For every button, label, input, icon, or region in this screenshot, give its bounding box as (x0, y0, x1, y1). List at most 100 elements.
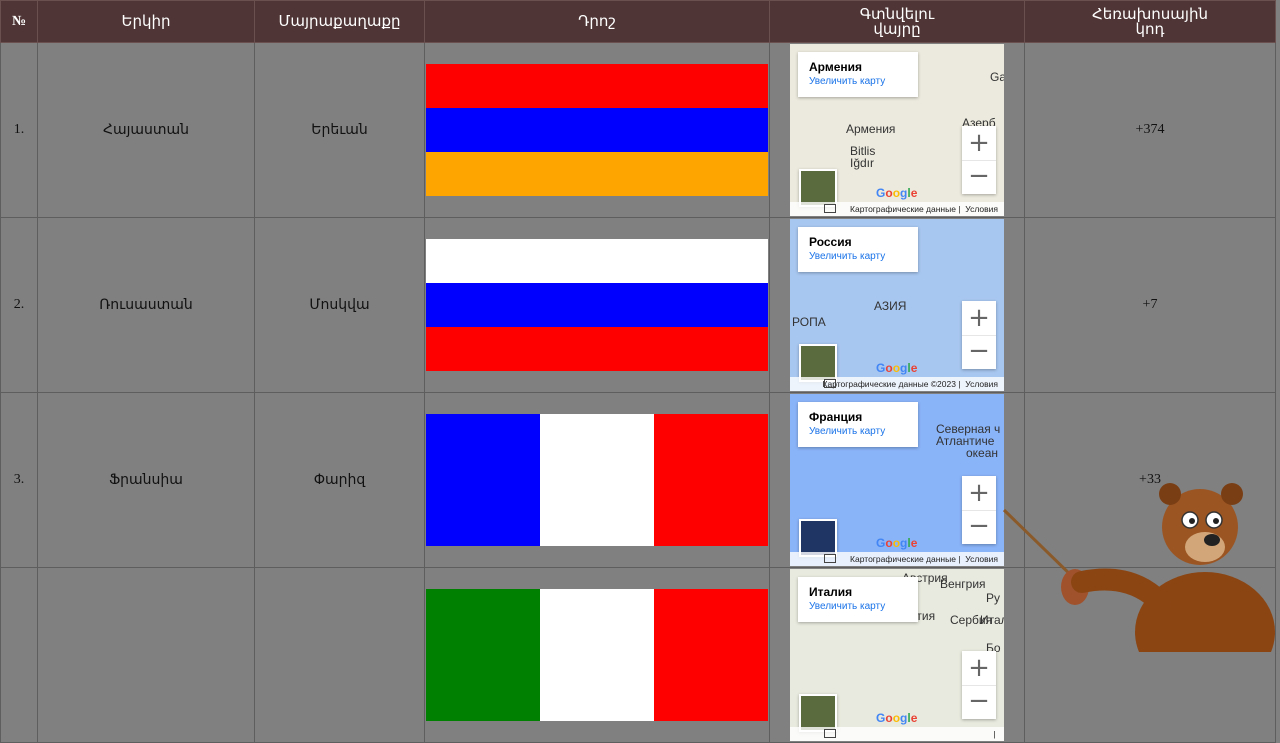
map-terms-link[interactable]: Условия (965, 379, 998, 389)
bear-with-pointer-image (1002, 483, 1275, 652)
map-place-title: Россия (809, 235, 852, 249)
flag-cell (424, 217, 770, 393)
map-place-label: океан (966, 446, 999, 460)
country-flag (426, 414, 768, 546)
flag-stripe (426, 108, 768, 152)
map-zoom-controls: + − (962, 301, 996, 369)
zoom-out-button[interactable]: − (962, 160, 996, 194)
map-place-label: РОПА (792, 315, 826, 329)
capital-name: Փարիզ (254, 392, 425, 568)
zoom-in-button[interactable]: + (962, 651, 996, 685)
flag-cell (424, 42, 770, 218)
map-place-label: Армения (846, 122, 896, 136)
map-zoom-controls: + − (962, 651, 996, 719)
map-info-card: Италия Увеличить карту (798, 577, 918, 622)
table-row: 2. Ռուսաստան Մոսկվա АЗИЯ РОПА Россия Увел… (0, 217, 1276, 393)
zoom-in-button[interactable]: + (962, 476, 996, 510)
map-place-label: Bitlis (850, 144, 876, 158)
flag-stripe (426, 327, 768, 371)
country-name: Ֆրանսիա (37, 392, 255, 568)
flag-stripe (540, 414, 654, 546)
zoom-out-button[interactable]: − (962, 335, 996, 369)
location-cell: АвстрияВенгрияИталияСербияРуБоатия Итали… (769, 567, 1025, 743)
map-info-card: Россия Увеличить карту (798, 227, 918, 272)
header-flag: Դրոշ (424, 0, 770, 43)
country-name (37, 567, 255, 743)
map-place-label: Iğdır (850, 156, 875, 170)
header-country: Երկիր (37, 0, 255, 43)
enlarge-map-link[interactable]: Увеличить карту (798, 249, 918, 262)
embedded-map[interactable]: Северная ч Атлантиче океан Франция Увеличи… (790, 394, 1004, 566)
country-flag (426, 239, 768, 371)
embedded-map[interactable]: АзербАрменияIğdırBitlisGai Армения Увели… (790, 44, 1004, 216)
header-location: Գտնվելու վայրը (769, 0, 1025, 43)
keyboard-icon[interactable] (824, 204, 836, 213)
map-place-title: Италия (809, 585, 853, 599)
flag-stripe (426, 283, 768, 327)
map-place-label: Gai (990, 70, 1004, 84)
map-place-title: Франция (809, 410, 863, 424)
header-row: № Երկիր Մայրաքաղաքը Դրոշ Գտնվելու վայրը Հ… (0, 0, 1276, 43)
flag-cell (424, 392, 770, 568)
location-cell: АЗИЯ РОПА Россия Увеличить карту + − Goog… (769, 217, 1025, 393)
map-terms-link[interactable]: Условия (965, 554, 998, 564)
map-place-label: АЗИЯ (874, 299, 907, 313)
enlarge-map-link[interactable]: Увеличить карту (798, 74, 918, 87)
map-attribution: Картографические данные ©2023 | Условия (790, 377, 1004, 391)
flag-stripe (426, 239, 768, 283)
map-zoom-controls: + − (962, 476, 996, 544)
row-number: 2. (0, 217, 38, 393)
keyboard-icon[interactable] (824, 379, 836, 388)
zoom-in-button[interactable]: + (962, 126, 996, 160)
zoom-out-button[interactable]: − (962, 685, 996, 719)
embedded-map[interactable]: АЗИЯ РОПА Россия Увеличить карту + − Goog… (790, 219, 1004, 391)
country-flag (426, 589, 768, 721)
map-place-title: Армения (809, 60, 863, 74)
country-name: Հայաստան (37, 42, 255, 218)
map-place-label: Сербия (950, 613, 993, 627)
enlarge-map-link[interactable]: Увеличить карту (798, 424, 918, 437)
google-logo: Google (876, 536, 918, 550)
header-phone-code: Հեռախոսային կոդ (1024, 0, 1276, 43)
google-logo: Google (876, 361, 918, 375)
map-attribution: Картографические данные | Условия (790, 202, 1004, 216)
phone-code: +374 (1024, 42, 1276, 218)
pointer-stick (1002, 508, 1080, 584)
google-logo: Google (876, 186, 918, 200)
row-number: 1. (0, 42, 38, 218)
flag-stripe (654, 414, 768, 546)
header-capital: Մայրաքաղաքը (254, 0, 425, 43)
capital-name (254, 567, 425, 743)
country-name: Ռուսաստան (37, 217, 255, 393)
flag-stripe (426, 589, 540, 721)
flag-stripe (426, 64, 768, 108)
google-logo: Google (876, 711, 918, 725)
map-info-card: Армения Увеличить карту (798, 52, 918, 97)
map-info-card: Франция Увеличить карту (798, 402, 918, 447)
header-number: № (0, 0, 38, 43)
country-flag (426, 64, 768, 196)
capital-name: Երեւան (254, 42, 425, 218)
flag-cell (424, 567, 770, 743)
row-number: 3. (0, 392, 38, 568)
map-attribution: Картографические данные | Условия (790, 552, 1004, 566)
map-terms-link[interactable]: Условия (965, 204, 998, 214)
enlarge-map-link[interactable]: Увеличить карту (798, 599, 918, 612)
flag-stripe (654, 589, 768, 721)
zoom-out-button[interactable]: − (962, 510, 996, 544)
keyboard-icon[interactable] (824, 554, 836, 563)
capital-name: Մոսկվա (254, 217, 425, 393)
phone-code: +7 (1024, 217, 1276, 393)
flag-stripe (426, 414, 540, 546)
location-cell: Северная ч Атлантиче океан Франция Увеличи… (769, 392, 1025, 568)
flag-stripe (426, 152, 768, 196)
map-zoom-controls: + − (962, 126, 996, 194)
map-attribution: | (790, 727, 1004, 741)
row-number (0, 567, 38, 743)
flag-stripe (540, 589, 654, 721)
table-row: 1. Հայաստան Երեւան Азерб Армения Iğdır Bitl… (0, 42, 1276, 218)
keyboard-icon[interactable] (824, 729, 836, 738)
zoom-in-button[interactable]: + (962, 301, 996, 335)
embedded-map[interactable]: АвстрияВенгрияИталияСербияРуБоатия Итали… (790, 569, 1004, 741)
map-place-label: Ру (986, 591, 1001, 605)
